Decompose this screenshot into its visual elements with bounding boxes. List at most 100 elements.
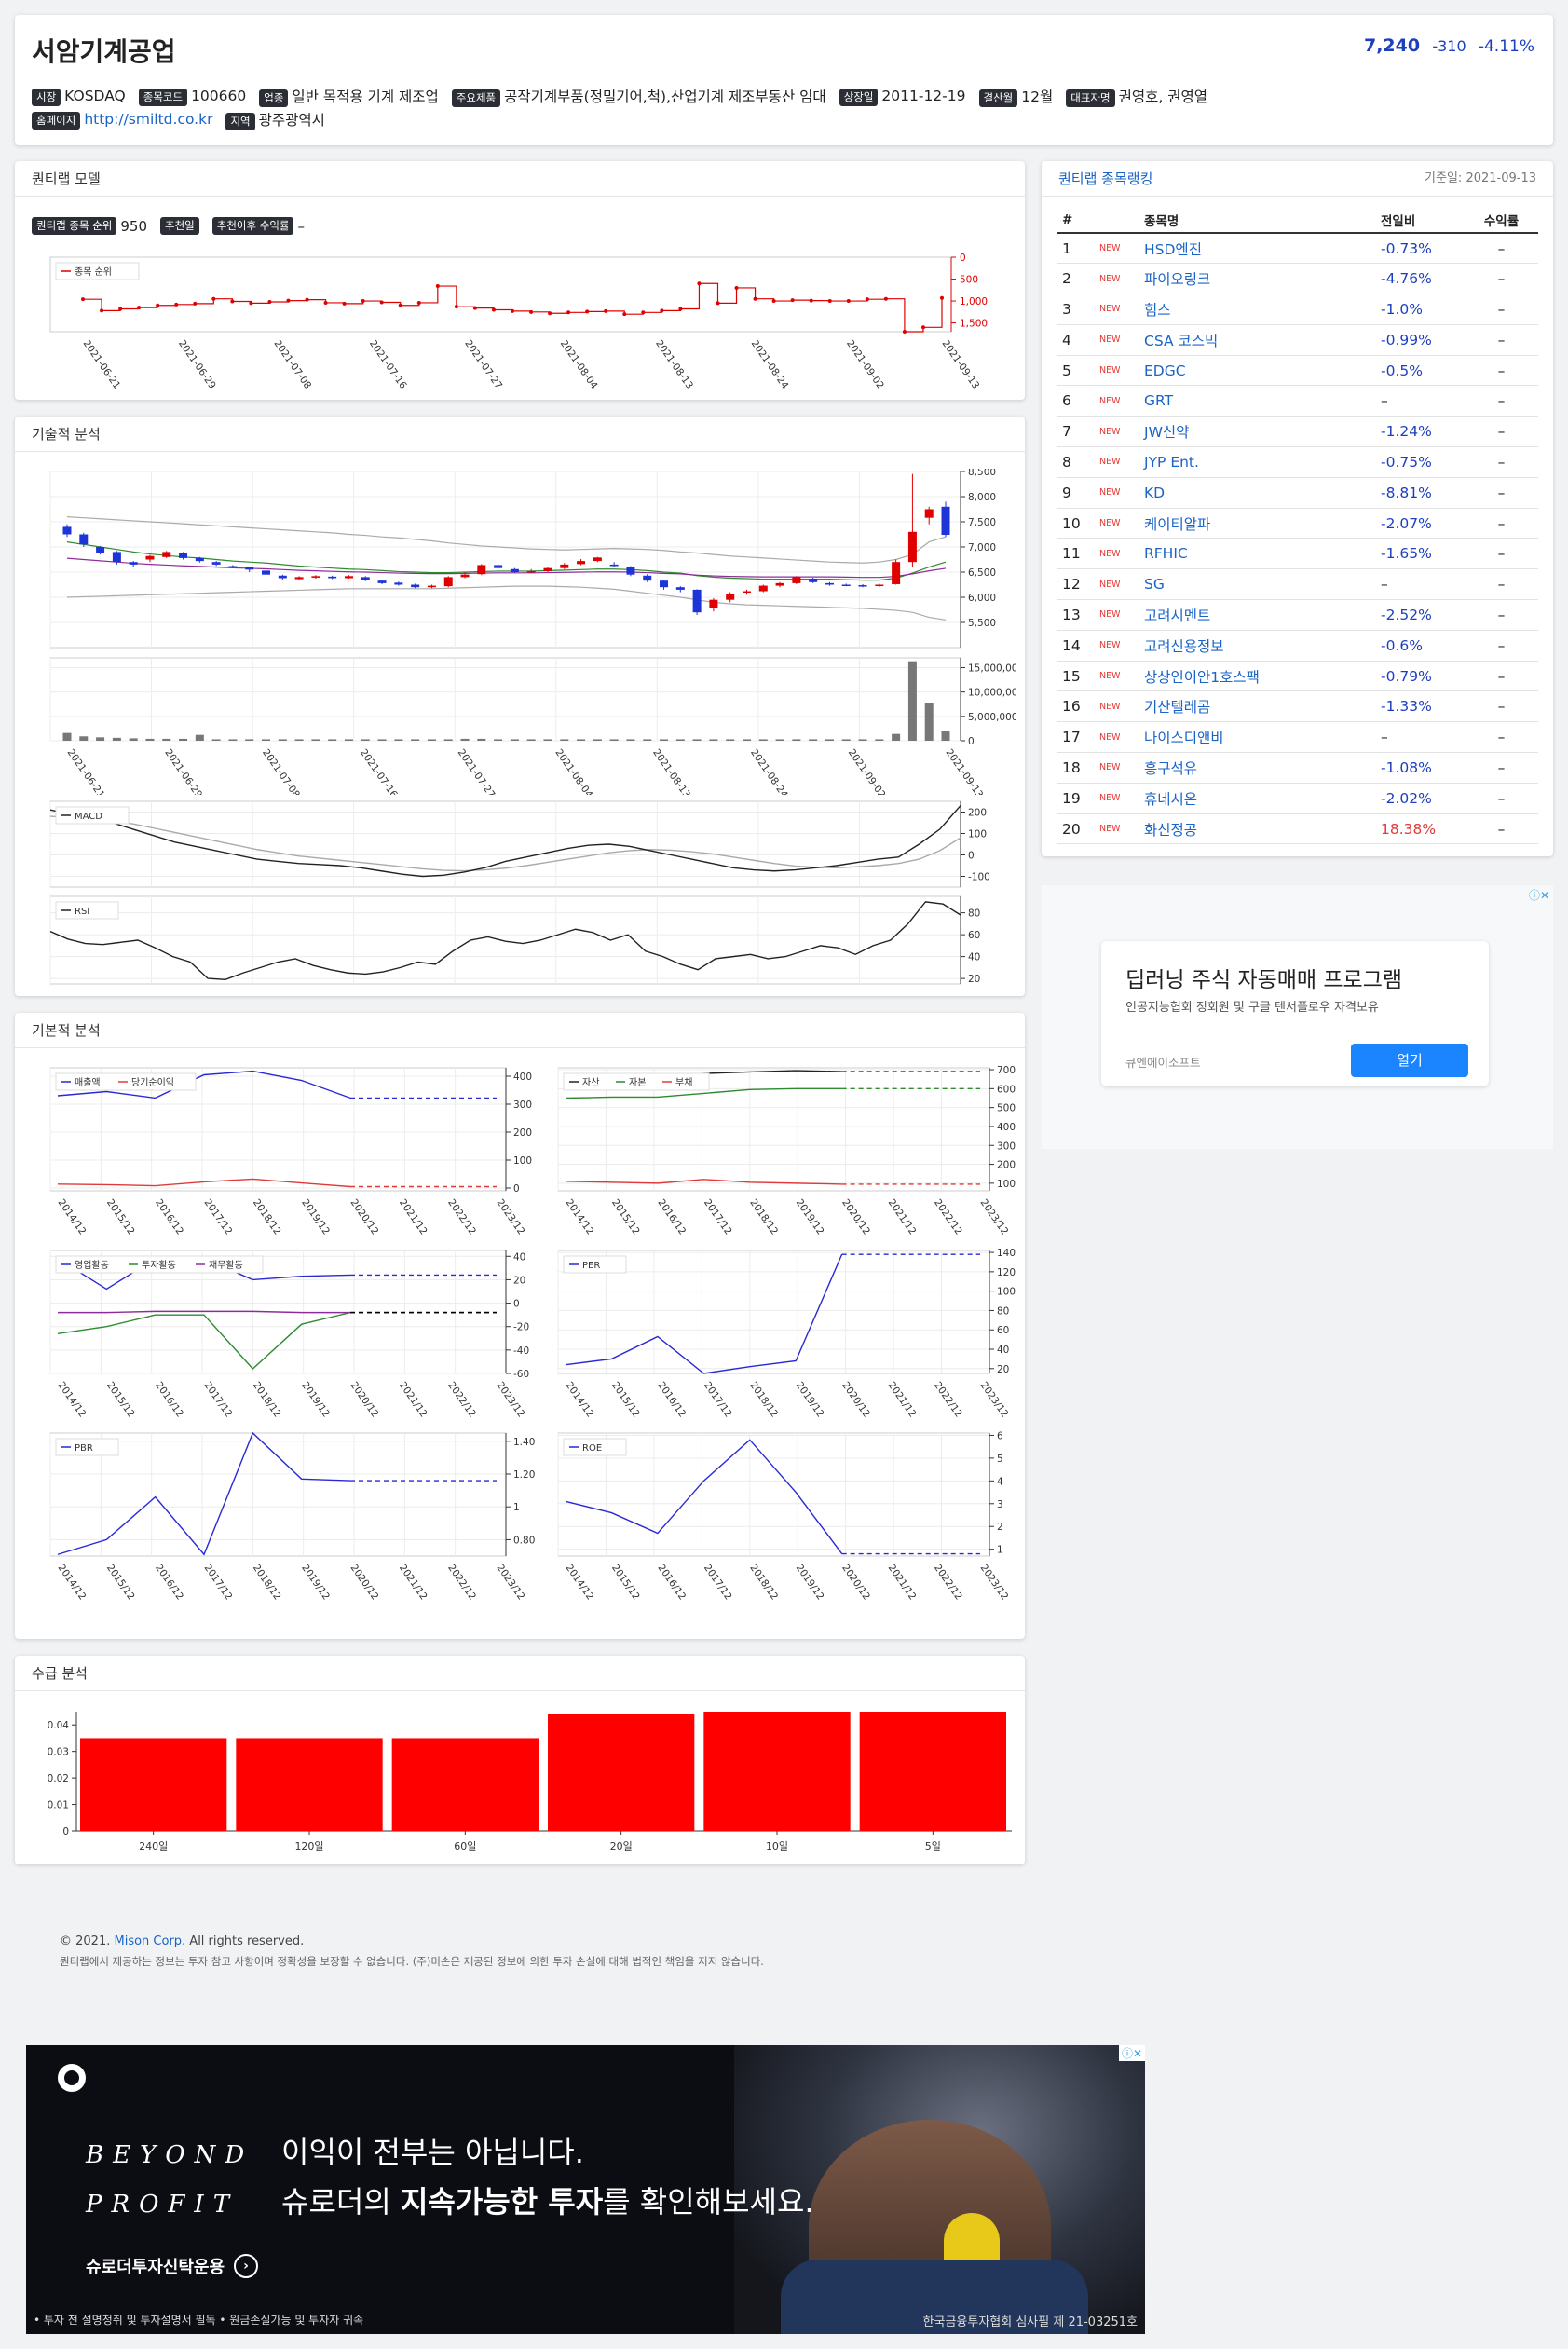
rank-point xyxy=(566,310,571,315)
ranking-row[interactable]: 12 NEW SG – – xyxy=(1057,568,1538,601)
candle-body xyxy=(262,570,271,575)
x-tick-label: 2014/12 xyxy=(56,1380,89,1420)
rank-point xyxy=(193,301,198,306)
y-tick-label: 20 xyxy=(968,974,980,985)
stock-name-link[interactable]: RFHIC xyxy=(1139,538,1375,570)
volume-bar xyxy=(660,739,669,741)
ad-deeplearning[interactable]: ⓘ✕ 딥러닝 주식 자동매매 프로그램 인공지능협회 정회원 및 구글 텐서플로… xyxy=(1042,885,1553,1149)
col-change: 전일비 xyxy=(1375,208,1459,234)
footer-corp-link[interactable]: Mison Corp. xyxy=(114,1934,185,1948)
stock-name-link[interactable]: KD xyxy=(1139,477,1375,509)
candle-body xyxy=(311,576,320,578)
legend-label: 재무활동 xyxy=(209,1259,243,1271)
stock-name-link[interactable]: 고려신용정보 xyxy=(1139,630,1375,662)
rank-point xyxy=(454,305,458,309)
candle-body xyxy=(477,565,486,575)
ranking-row[interactable]: 17 NEW 나이스디앤비 – – xyxy=(1057,721,1538,754)
candle-body xyxy=(692,589,702,613)
y-tick-label: 0.02 xyxy=(48,1773,69,1784)
stock-name-link[interactable]: JYP Ent. xyxy=(1139,446,1375,478)
candle-body xyxy=(841,584,851,586)
ranking-row[interactable]: 14 NEW 고려신용정보 -0.6% – xyxy=(1057,630,1538,662)
y-tick-label: 5,500 xyxy=(968,618,996,629)
volume-bar xyxy=(96,737,105,741)
stock-name-link[interactable]: SG xyxy=(1139,568,1375,601)
stock-name-link[interactable]: 휴네시온 xyxy=(1139,783,1375,814)
ranking-row[interactable]: 3 NEW 힘스 -1.0% – xyxy=(1057,294,1538,325)
ranking-row[interactable]: 5 NEW EDGC -0.5% – xyxy=(1057,355,1538,387)
stock-change: – xyxy=(1375,385,1459,417)
stock-return: – xyxy=(1459,355,1538,387)
candle-body xyxy=(643,575,652,581)
stock-name-link[interactable]: HSD엔진 xyxy=(1139,233,1375,265)
ranking-row[interactable]: 9 NEW KD -8.81% – xyxy=(1057,477,1538,509)
footer: © 2021. Mison Corp. All rights reserved.… xyxy=(60,1934,764,1969)
stock-name-link[interactable]: EDGC xyxy=(1139,355,1375,387)
ad-brand[interactable]: 슈로더투자신탁운용 › xyxy=(86,2254,259,2278)
ranking-row[interactable]: 1 NEW HSD엔진 -0.73% – xyxy=(1057,233,1538,265)
stock-name-link[interactable]: JW신약 xyxy=(1139,416,1375,448)
y-tick-label: 0.80 xyxy=(513,1535,535,1546)
x-tick-label: 2020/12 xyxy=(348,1563,381,1603)
legend-label: 자산 xyxy=(582,1077,599,1088)
candle-body xyxy=(377,580,387,583)
candle-body xyxy=(112,552,121,563)
field-fiscal-month: 결산월 12월 xyxy=(978,86,1053,107)
x-tick-label: 2016/12 xyxy=(153,1563,185,1603)
rank-number: 5 xyxy=(1057,355,1094,387)
volume-bar xyxy=(709,739,718,741)
volume-bar xyxy=(377,739,387,741)
stock-name-link[interactable]: CSA 코스믹 xyxy=(1139,324,1375,356)
stock-name-link[interactable]: 나이스디앤비 xyxy=(1139,721,1375,754)
ranking-row[interactable]: 11 NEW RFHIC -1.65% – xyxy=(1057,538,1538,570)
volume-bar xyxy=(460,738,470,741)
new-badge: NEW xyxy=(1094,568,1139,601)
rank-point xyxy=(622,312,627,317)
ranking-row[interactable]: 16 NEW 기산텔레콤 -1.33% – xyxy=(1057,690,1538,723)
ranking-row[interactable]: 8 NEW JYP Ent. -0.75% – xyxy=(1057,446,1538,478)
candle-body xyxy=(809,579,818,582)
ranking-row[interactable]: 18 NEW 흥구석유 -1.08% – xyxy=(1057,752,1538,784)
rank-point xyxy=(267,300,272,304)
y-tick-label: 1 xyxy=(513,1502,520,1513)
stock-name-link[interactable]: GRT xyxy=(1139,385,1375,417)
stock-name-link[interactable]: 상상인이안1호스팩 xyxy=(1139,661,1375,692)
ad-choices-icon-2[interactable]: ⓘ✕ xyxy=(1118,2045,1145,2061)
stock-name-link[interactable]: 화신정공 xyxy=(1139,813,1375,845)
y-tick-label: 0 xyxy=(62,1826,69,1837)
x-tick-label: 2016/12 xyxy=(655,1563,688,1603)
rsi-chart: 20 40 60 80 RSI xyxy=(49,895,980,985)
y-tick-label: 6,500 xyxy=(968,567,996,579)
ranking-row[interactable]: 10 NEW 케이티알파 -2.07% – xyxy=(1057,508,1538,539)
ranking-row[interactable]: 4 NEW CSA 코스믹 -0.99% – xyxy=(1057,324,1538,356)
new-badge: NEW xyxy=(1094,324,1139,356)
stock-name-link[interactable]: 기산텔레콤 xyxy=(1139,690,1375,723)
ranking-row[interactable]: 20 NEW 화신정공 18.38% – xyxy=(1057,813,1538,845)
ranking-row[interactable]: 7 NEW JW신약 -1.24% – xyxy=(1057,416,1538,448)
stock-name-link[interactable]: 힘스 xyxy=(1139,294,1375,325)
ad-choices-icon[interactable]: ⓘ✕ xyxy=(1529,887,1549,903)
y-tick-label: 0 xyxy=(513,1183,520,1195)
model-card: 퀀티랩 모델 퀀티랩 종목 순위 950 추천일 추천이후 수익률 – 0 500… xyxy=(15,161,1025,400)
x-tick-label: 2020/12 xyxy=(348,1197,381,1237)
stock-name-link[interactable]: 케이티알파 xyxy=(1139,508,1375,539)
x-tick-label: 2016/12 xyxy=(655,1197,688,1237)
rank-point xyxy=(323,300,328,305)
ranking-row[interactable]: 15 NEW 상상인이안1호스팩 -0.79% – xyxy=(1057,661,1538,692)
stock-change: -2.07% xyxy=(1375,508,1459,539)
ranking-row[interactable]: 13 NEW 고려시멘트 -2.52% – xyxy=(1057,599,1538,631)
fund-title: 기본적 분석 xyxy=(32,1022,101,1039)
stock-name-link[interactable]: 고려시멘트 xyxy=(1139,599,1375,631)
ranking-row[interactable]: 6 NEW GRT – – xyxy=(1057,385,1538,417)
ad-open-button[interactable]: 열기 xyxy=(1351,1044,1468,1077)
ranking-row[interactable]: 19 NEW 휴네시온 -2.02% – xyxy=(1057,783,1538,814)
homepage-link[interactable]: http://smiltd.co.kr xyxy=(84,111,212,128)
ranking-row[interactable]: 2 NEW 파이오링크 -4.76% – xyxy=(1057,263,1538,295)
new-badge: NEW xyxy=(1094,752,1139,784)
ranking-card: 퀀티랩 종목랭킹 기준일: 2021-09-13 # 종목명 전일비 수익률 1… xyxy=(1042,161,1553,856)
stock-change: -0.79% xyxy=(1375,661,1459,692)
x-tick-label: 2021-08-24 xyxy=(748,747,790,795)
stock-name-link[interactable]: 흥구석유 xyxy=(1139,752,1375,784)
stock-name-link[interactable]: 파이오링크 xyxy=(1139,263,1375,295)
ad-schroders[interactable]: ⓘ✕ BEYOND 이익이 전부는 아닙니다. PROFIT 슈로더의 지속가능… xyxy=(26,2045,1145,2334)
